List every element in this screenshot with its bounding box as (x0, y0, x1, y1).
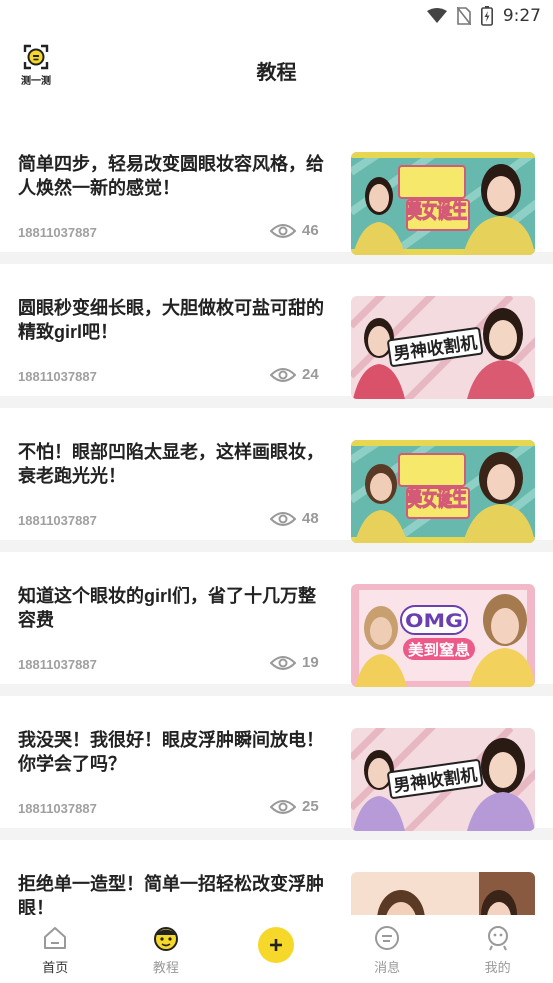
tutorial-card[interactable]: 圆眼秒变细长眼，大胆做枚可盐可甜的精致girl吧！ 18811037887 24… (0, 264, 553, 399)
card-title: 知道这个眼妆的girl们，省了十几万整容费 (18, 586, 317, 630)
tutorial-card[interactable]: 知道这个眼妆的girl们，省了十几万整容费 18811037887 19 OMG… (0, 552, 553, 687)
wifi-icon (426, 8, 447, 23)
card-author: 18811037887 (18, 801, 97, 816)
nav-item-tutorial[interactable]: 教程 (111, 915, 222, 983)
card-author: 18811037887 (18, 513, 97, 528)
card-views: 48 (270, 510, 319, 527)
eye-icon (270, 511, 296, 526)
nav-item-messages[interactable]: 消息 (332, 915, 443, 983)
status-icons: 9:27 (426, 4, 541, 28)
card-author: 18811037887 (18, 225, 97, 240)
add-button[interactable] (258, 927, 295, 963)
battery-icon (480, 6, 493, 26)
card-title: 我没哭！我很好！眼皮浮肿瞬间放电！你学会了吗？ (18, 730, 324, 774)
nav-item-profile[interactable]: 我的 (442, 915, 553, 983)
views-count: 19 (302, 654, 319, 671)
tutorial-feed[interactable]: 简单四步，轻易改变圆眼妆容风格，给人焕然一新的感觉！ 18811037887 4… (0, 108, 553, 915)
nav-label-messages: 消息 (374, 960, 401, 975)
card-thumbnail[interactable]: 美女诞生 (351, 152, 535, 255)
eye-icon (270, 799, 296, 814)
app-header: 测一测 教程 (0, 32, 553, 108)
card-thumbnail[interactable]: 美女诞生 (351, 440, 535, 543)
card-title: 不怕！眼部凹陷太显老，这样画眼妆，衰老跑光光！ (18, 442, 324, 486)
plus-icon (270, 939, 283, 951)
no-sim-icon (456, 7, 471, 25)
card-thumbnail[interactable]: 男神收割机 (351, 296, 535, 399)
card-author: 18811037887 (18, 657, 97, 672)
thumb-banner-top-text: OMG (405, 610, 463, 632)
views-count: 48 (302, 510, 319, 527)
profile-icon (487, 926, 508, 951)
nav-item-add[interactable] (221, 915, 332, 983)
eye-icon (270, 655, 296, 670)
card-thumbnail[interactable] (351, 872, 535, 915)
nav-label-tutorial: 教程 (152, 960, 179, 975)
home-icon (44, 927, 67, 949)
views-count: 24 (302, 366, 319, 383)
card-thumbnail[interactable]: OMG 美到窒息 (351, 584, 535, 687)
thumb-banner-text: 美到窒息 (408, 641, 470, 659)
thumb-banner-text: 美女诞生 (407, 198, 467, 224)
card-views: 46 (270, 222, 319, 239)
message-icon (375, 926, 400, 950)
bottom-nav: 首页 教程 消息 我的 (0, 915, 553, 983)
nav-label-profile: 我的 (484, 960, 511, 975)
tutorial-card[interactable]: 简单四步，轻易改变圆眼妆容风格，给人焕然一新的感觉！ 18811037887 4… (0, 108, 553, 255)
thumb-banner-text: 美女诞生 (407, 486, 467, 512)
card-title: 拒绝单一造型！简单一招轻松改变浮肿眼！ (18, 874, 324, 915)
tutorial-icon (153, 927, 178, 951)
views-count: 46 (302, 222, 319, 239)
card-thumbnail[interactable]: 男神收割机 (351, 728, 535, 831)
status-time: 9:27 (502, 6, 541, 26)
tutorial-card[interactable]: 拒绝单一造型！简单一招轻松改变浮肿眼！ (0, 840, 553, 915)
status-bar: 9:27 (0, 0, 553, 32)
nav-item-home[interactable]: 首页 (0, 915, 111, 983)
card-views: 24 (270, 366, 319, 383)
card-title: 简单四步，轻易改变圆眼妆容风格，给人焕然一新的感觉！ (18, 154, 324, 198)
eye-icon (270, 367, 296, 382)
tutorial-card[interactable]: 我没哭！我很好！眼皮浮肿瞬间放电！你学会了吗？ 18811037887 25 男… (0, 696, 553, 831)
tutorial-card[interactable]: 不怕！眼部凹陷太显老，这样画眼妆，衰老跑光光！ 18811037887 48 美… (0, 408, 553, 543)
card-views: 19 (270, 654, 319, 671)
nav-label-home: 首页 (42, 960, 69, 975)
card-author: 18811037887 (18, 369, 97, 384)
views-count: 25 (302, 798, 319, 815)
eye-icon (270, 223, 296, 238)
page-title: 教程 (256, 62, 297, 84)
card-views: 25 (270, 798, 319, 815)
card-title: 圆眼秒变细长眼，大胆做枚可盐可甜的精致girl吧！ (18, 298, 324, 342)
